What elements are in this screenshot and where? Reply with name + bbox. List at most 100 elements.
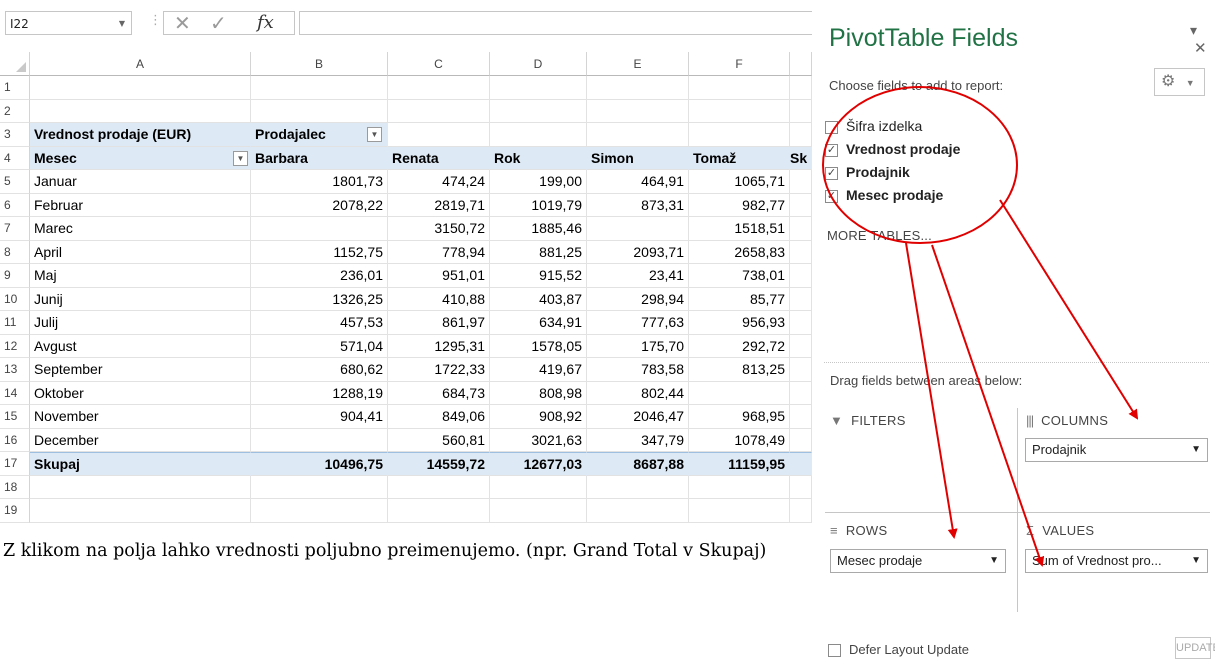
cell-label[interactable]: April	[30, 240, 251, 264]
cell-label[interactable]: Maj	[30, 264, 251, 288]
cell-value[interactable]	[689, 99, 790, 123]
row-number[interactable]: 4	[0, 146, 30, 170]
cell-value[interactable]	[790, 311, 812, 335]
cell-value[interactable]: 1722,33	[388, 358, 490, 382]
checked-checkbox-icon[interactable]: ✓	[825, 143, 838, 157]
cell-label[interactable]: Julij	[30, 311, 251, 335]
more-tables-link[interactable]: MORE TABLES...	[827, 228, 932, 243]
cell-label[interactable]	[30, 76, 251, 100]
enter-icon[interactable]: ✓	[210, 12, 227, 34]
cell-label[interactable]: Februar	[30, 193, 251, 217]
field-item[interactable]: ✓ Vrednost prodaje	[825, 138, 960, 161]
row-filter-dropdown-icon[interactable]: ▼	[233, 150, 248, 166]
cell-value[interactable]	[587, 217, 689, 241]
cell-value[interactable]: 175,70	[587, 334, 689, 358]
cell-value[interactable]	[689, 475, 790, 499]
cell-value[interactable]	[790, 334, 812, 358]
cell-value[interactable]	[587, 99, 689, 123]
cell-value[interactable]	[388, 475, 490, 499]
cell-label[interactable]: Avgust	[30, 334, 251, 358]
cell-value[interactable]	[689, 123, 790, 147]
cell-value[interactable]	[790, 76, 812, 100]
cell-value[interactable]: 1078,49	[689, 428, 790, 452]
field-item[interactable]: Šifra izdelka	[825, 115, 960, 138]
cell-value[interactable]	[251, 428, 388, 452]
cell-value[interactable]: 808,98	[490, 381, 587, 405]
cell-value[interactable]: 8687,88	[587, 452, 689, 476]
cell-value[interactable]	[587, 475, 689, 499]
cell-value[interactable]	[689, 381, 790, 405]
cell-value[interactable]	[790, 428, 812, 452]
cell-value[interactable]	[790, 217, 812, 241]
cell-value[interactable]	[790, 287, 812, 311]
cell-value[interactable]	[388, 123, 490, 147]
row-number[interactable]: 17	[0, 452, 30, 476]
cell-label[interactable]	[30, 99, 251, 123]
unchecked-checkbox-icon[interactable]	[825, 120, 838, 134]
values-field-dropdown[interactable]: Sum of Vrednost pro... ▼	[1025, 549, 1208, 573]
cell-value[interactable]	[587, 76, 689, 100]
cell-value[interactable]: 1295,31	[388, 334, 490, 358]
select-all-corner[interactable]	[0, 52, 30, 76]
row-number[interactable]: 14	[0, 381, 30, 405]
close-icon[interactable]: ✕	[1194, 40, 1207, 57]
cell-label[interactable]: Vrednost prodaje (EUR)	[30, 123, 251, 147]
update-button[interactable]: UPDATE	[1175, 637, 1215, 659]
cell-value[interactable]	[251, 99, 388, 123]
cell-value[interactable]: Rok	[490, 146, 587, 170]
cell-value[interactable]	[790, 123, 812, 147]
cell-value[interactable]: 199,00	[490, 170, 587, 194]
cell-value[interactable]	[689, 76, 790, 100]
row-number[interactable]: 12	[0, 334, 30, 358]
cell-value[interactable]: 12677,03	[490, 452, 587, 476]
cell-value[interactable]: 1019,79	[490, 193, 587, 217]
row-number[interactable]: 9	[0, 264, 30, 288]
cell-value[interactable]: 419,67	[490, 358, 587, 382]
row-number[interactable]: 18	[0, 475, 30, 499]
cell-value[interactable]	[490, 123, 587, 147]
cell-value[interactable]: 2078,22	[251, 193, 388, 217]
cell-value[interactable]: 464,91	[587, 170, 689, 194]
cell-value[interactable]: 2046,47	[587, 405, 689, 429]
cell-value[interactable]	[388, 499, 490, 523]
field-item[interactable]: ✓ Mesec prodaje	[825, 184, 960, 207]
cell-label[interactable]: Junij	[30, 287, 251, 311]
cell-value[interactable]: 474,24	[388, 170, 490, 194]
cell-value[interactable]: 873,31	[587, 193, 689, 217]
checked-checkbox-icon[interactable]: ✓	[825, 189, 838, 203]
cell-value[interactable]	[790, 99, 812, 123]
cell-value[interactable]: 14559,72	[388, 452, 490, 476]
cell-value[interactable]: 2819,71	[388, 193, 490, 217]
cell-value[interactable]: 347,79	[587, 428, 689, 452]
chevron-down-icon[interactable]: ▼	[119, 12, 125, 36]
cell-value[interactable]: 738,01	[689, 264, 790, 288]
row-number[interactable]: 6	[0, 193, 30, 217]
row-number[interactable]: 8	[0, 240, 30, 264]
cell-value[interactable]	[490, 76, 587, 100]
column-header-e[interactable]: E	[587, 52, 689, 76]
row-number[interactable]: 19	[0, 499, 30, 523]
cell-value[interactable]: 951,01	[388, 264, 490, 288]
cell-value[interactable]: 1518,51	[689, 217, 790, 241]
field-item[interactable]: ✓ Prodajnik	[825, 161, 960, 184]
cell-label[interactable]: Oktober	[30, 381, 251, 405]
cell-value[interactable]: Barbara	[251, 146, 388, 170]
column-header-f[interactable]: F	[689, 52, 790, 76]
cell-value[interactable]: 1578,05	[490, 334, 587, 358]
cell-value[interactable]: 571,04	[251, 334, 388, 358]
column-header-c[interactable]: C	[388, 52, 490, 76]
cell-value[interactable]: Sk	[790, 146, 812, 170]
name-box[interactable]: I22 ▼	[5, 11, 132, 35]
cell-value[interactable]: 3021,63	[490, 428, 587, 452]
cell-label[interactable]: Marec	[30, 217, 251, 241]
cell-value[interactable]	[790, 475, 812, 499]
cell-value[interactable]: Tomaž	[689, 146, 790, 170]
cell-value[interactable]: 457,53	[251, 311, 388, 335]
row-number[interactable]: 1	[0, 76, 30, 100]
cell-label[interactable]: Mesec	[30, 146, 251, 170]
cell-value[interactable]: 813,25	[689, 358, 790, 382]
cell-label[interactable]: December	[30, 428, 251, 452]
cell-value[interactable]: 684,73	[388, 381, 490, 405]
cell-value[interactable]: 292,72	[689, 334, 790, 358]
cell-value[interactable]	[587, 123, 689, 147]
